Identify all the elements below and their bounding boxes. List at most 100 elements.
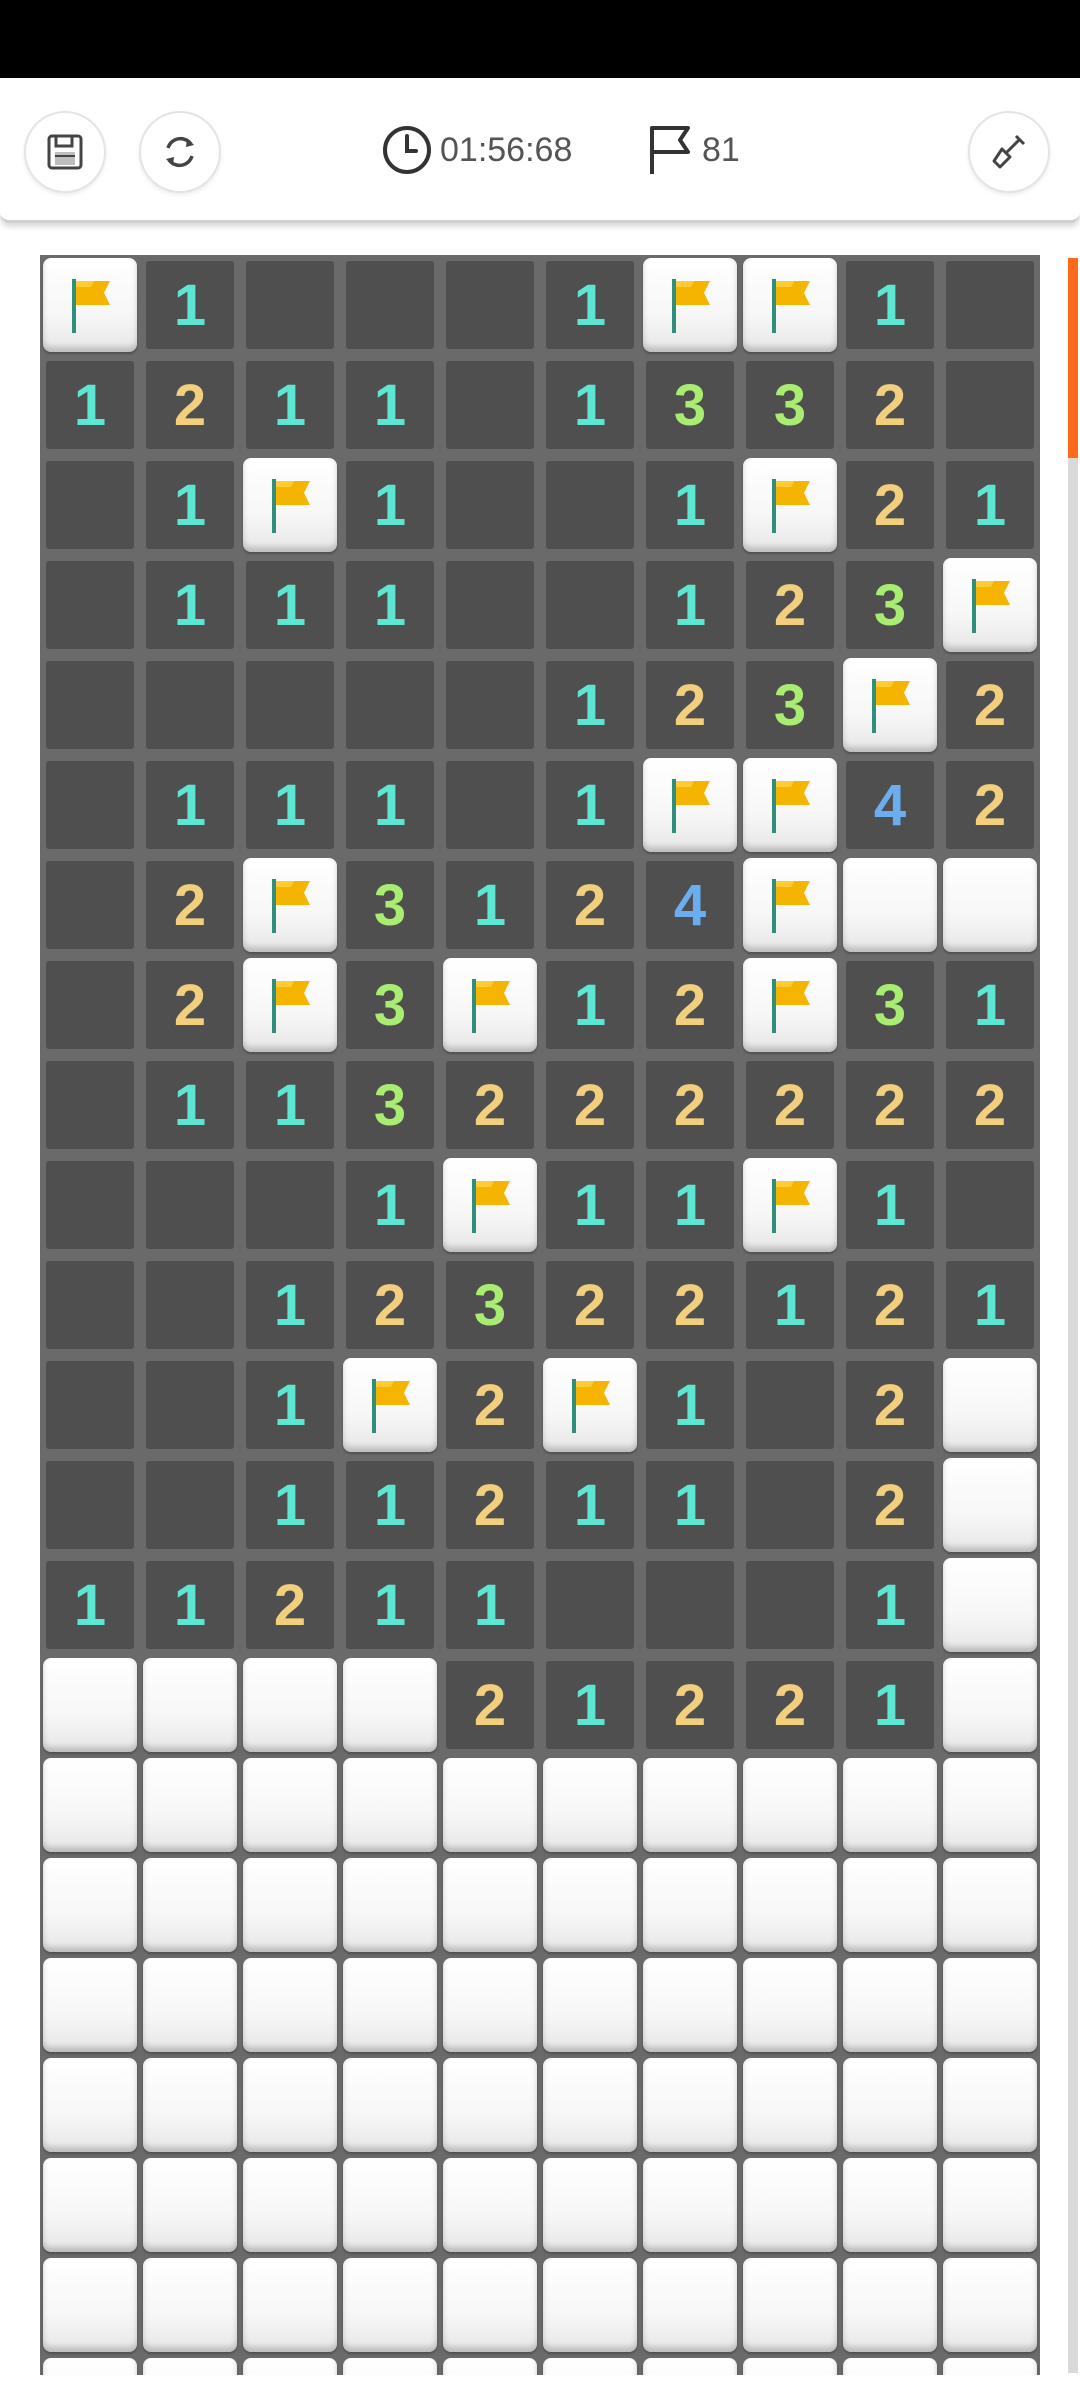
covered-cell[interactable] (240, 1855, 340, 1955)
revealed-number-cell[interactable]: 3 (340, 855, 440, 955)
flagged-cell[interactable] (840, 655, 940, 755)
scrollbar-thumb[interactable] (1068, 258, 1078, 458)
revealed-number-cell[interactable]: 2 (740, 1055, 840, 1155)
revealed-number-cell[interactable]: 1 (940, 455, 1040, 555)
revealed-number-cell[interactable]: 1 (340, 555, 440, 655)
revealed-number-cell[interactable]: 2 (240, 1555, 340, 1655)
revealed-empty-cell[interactable] (40, 1355, 140, 1455)
revealed-number-cell[interactable]: 3 (440, 1255, 540, 1355)
covered-cell[interactable] (740, 2155, 840, 2255)
revealed-number-cell[interactable]: 1 (840, 1155, 940, 1255)
covered-cell[interactable] (840, 2155, 940, 2255)
revealed-number-cell[interactable]: 1 (240, 1255, 340, 1355)
revealed-number-cell[interactable]: 1 (540, 955, 640, 1055)
flagged-cell[interactable] (640, 255, 740, 355)
covered-cell[interactable] (540, 1955, 640, 2055)
covered-cell[interactable] (240, 1755, 340, 1855)
revealed-empty-cell[interactable] (440, 255, 540, 355)
revealed-number-cell[interactable]: 2 (840, 1255, 940, 1355)
covered-cell[interactable] (840, 2355, 940, 2375)
revealed-empty-cell[interactable] (40, 455, 140, 555)
revealed-number-cell[interactable]: 1 (840, 255, 940, 355)
revealed-empty-cell[interactable] (40, 1155, 140, 1255)
covered-cell[interactable] (740, 2355, 840, 2375)
flagged-cell[interactable] (340, 1355, 440, 1455)
revealed-number-cell[interactable]: 2 (740, 555, 840, 655)
revealed-empty-cell[interactable] (140, 1255, 240, 1355)
scrollbar-track[interactable] (1068, 258, 1078, 2373)
revealed-empty-cell[interactable] (440, 555, 540, 655)
revealed-number-cell[interactable]: 1 (940, 1255, 1040, 1355)
revealed-empty-cell[interactable] (740, 1455, 840, 1555)
covered-cell[interactable] (940, 2155, 1040, 2255)
flagged-cell[interactable] (740, 855, 840, 955)
flagged-cell[interactable] (740, 755, 840, 855)
flagged-cell[interactable] (540, 1355, 640, 1455)
revealed-number-cell[interactable]: 2 (440, 1655, 540, 1755)
revealed-number-cell[interactable]: 1 (940, 955, 1040, 1055)
flagged-cell[interactable] (740, 255, 840, 355)
revealed-empty-cell[interactable] (940, 355, 1040, 455)
revealed-empty-cell[interactable] (540, 1555, 640, 1655)
revealed-number-cell[interactable]: 2 (840, 455, 940, 555)
revealed-number-cell[interactable]: 1 (240, 355, 340, 455)
revealed-empty-cell[interactable] (40, 855, 140, 955)
covered-cell[interactable] (40, 1855, 140, 1955)
revealed-number-cell[interactable]: 2 (640, 1055, 740, 1155)
revealed-number-cell[interactable]: 1 (340, 1555, 440, 1655)
covered-cell[interactable] (440, 2055, 540, 2155)
revealed-number-cell[interactable]: 1 (540, 255, 640, 355)
covered-cell[interactable] (140, 2055, 240, 2155)
covered-cell[interactable] (240, 2055, 340, 2155)
revealed-empty-cell[interactable] (540, 555, 640, 655)
covered-cell[interactable] (340, 2255, 440, 2355)
revealed-empty-cell[interactable] (940, 1155, 1040, 1255)
restart-button[interactable] (139, 111, 221, 193)
covered-cell[interactable] (740, 2255, 840, 2355)
revealed-empty-cell[interactable] (340, 255, 440, 355)
covered-cell[interactable] (440, 1855, 540, 1955)
revealed-number-cell[interactable]: 2 (740, 1655, 840, 1755)
revealed-number-cell[interactable]: 2 (840, 1455, 940, 1555)
covered-cell[interactable] (640, 1855, 740, 1955)
flagged-cell[interactable] (740, 1155, 840, 1255)
covered-cell[interactable] (640, 2155, 740, 2255)
revealed-number-cell[interactable]: 1 (140, 1055, 240, 1155)
covered-cell[interactable] (540, 1755, 640, 1855)
revealed-empty-cell[interactable] (140, 1455, 240, 1555)
revealed-number-cell[interactable]: 3 (340, 1055, 440, 1155)
revealed-number-cell[interactable]: 1 (640, 455, 740, 555)
covered-cell[interactable] (240, 1655, 340, 1755)
revealed-empty-cell[interactable] (340, 655, 440, 755)
revealed-empty-cell[interactable] (140, 1155, 240, 1255)
covered-cell[interactable] (740, 1855, 840, 1955)
revealed-number-cell[interactable]: 2 (940, 755, 1040, 855)
revealed-empty-cell[interactable] (440, 655, 540, 755)
revealed-number-cell[interactable]: 1 (840, 1555, 940, 1655)
covered-cell[interactable] (540, 2355, 640, 2375)
revealed-number-cell[interactable]: 1 (240, 1455, 340, 1555)
flagged-cell[interactable] (440, 1155, 540, 1255)
revealed-empty-cell[interactable] (40, 555, 140, 655)
revealed-number-cell[interactable]: 2 (540, 1255, 640, 1355)
revealed-number-cell[interactable]: 2 (840, 1355, 940, 1455)
covered-cell[interactable] (940, 1955, 1040, 2055)
covered-cell[interactable] (940, 1855, 1040, 1955)
revealed-number-cell[interactable]: 1 (140, 255, 240, 355)
revealed-number-cell[interactable]: 1 (240, 555, 340, 655)
revealed-number-cell[interactable]: 2 (640, 955, 740, 1055)
covered-cell[interactable] (640, 2355, 740, 2375)
revealed-empty-cell[interactable] (40, 1255, 140, 1355)
revealed-number-cell[interactable]: 1 (740, 1255, 840, 1355)
revealed-number-cell[interactable]: 1 (540, 355, 640, 455)
covered-cell[interactable] (340, 1655, 440, 1755)
flagged-cell[interactable] (40, 255, 140, 355)
covered-cell[interactable] (340, 1955, 440, 2055)
covered-cell[interactable] (840, 2055, 940, 2155)
revealed-empty-cell[interactable] (740, 1355, 840, 1455)
revealed-empty-cell[interactable] (40, 755, 140, 855)
revealed-number-cell[interactable]: 1 (240, 1055, 340, 1155)
covered-cell[interactable] (740, 1755, 840, 1855)
revealed-number-cell[interactable]: 2 (940, 1055, 1040, 1155)
revealed-empty-cell[interactable] (940, 255, 1040, 355)
